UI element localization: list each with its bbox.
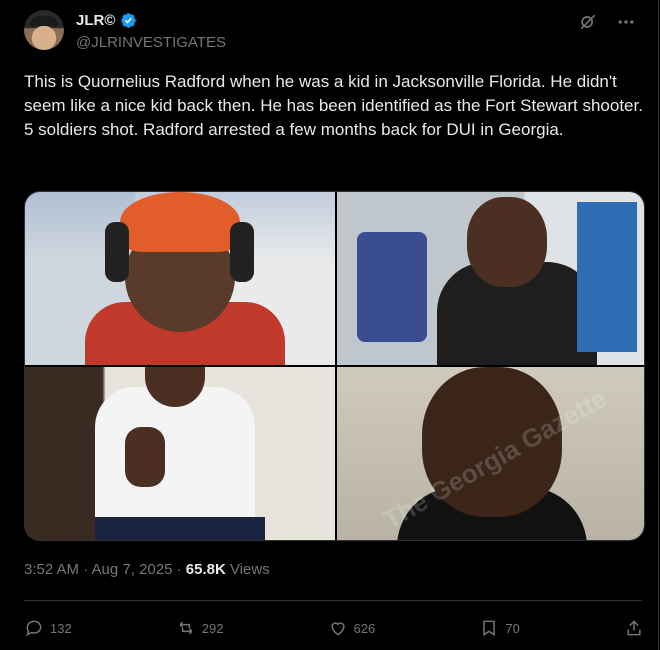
verified-badge-icon	[121, 13, 137, 28]
author-name[interactable]: JLR©	[76, 12, 115, 29]
photo-kid-classroom[interactable]	[337, 192, 644, 365]
photo-kid-white-shirt[interactable]	[25, 367, 335, 540]
grok-icon[interactable]	[578, 12, 598, 32]
bookmark-button[interactable]: 70	[479, 618, 520, 638]
repost-button[interactable]: 292	[176, 618, 224, 638]
action-bar: 132 292 626 70	[24, 612, 644, 644]
bookmark-count: 70	[505, 620, 520, 636]
author-name-row[interactable]: JLR©	[76, 12, 137, 29]
tweet-top-actions	[578, 12, 636, 32]
tweet-timestamp[interactable]: 3:52 AM · Aug 7, 2025 ·	[24, 561, 186, 578]
author-avatar[interactable]	[24, 10, 64, 50]
reply-icon	[25, 620, 42, 637]
share-icon	[627, 620, 641, 636]
repost-icon	[179, 621, 193, 635]
divider	[24, 600, 642, 601]
heart-icon	[331, 622, 345, 636]
like-button[interactable]: 626	[328, 618, 376, 638]
reply-button[interactable]: 132	[24, 618, 72, 638]
tweet-meta: 3:52 AM · Aug 7, 2025 · 65.8K Views	[24, 561, 270, 578]
media-grid: The Georgia Gazette	[24, 191, 645, 541]
like-count: 626	[353, 620, 376, 636]
author-handle[interactable]: @JLRINVESTIGATES	[76, 34, 226, 51]
photo-mugshot[interactable]: The Georgia Gazette	[337, 367, 644, 540]
views-count: 65.8K	[185, 561, 226, 578]
photo-kid-headphones[interactable]	[25, 192, 335, 365]
repost-count: 292	[201, 620, 224, 636]
reply-count: 132	[50, 620, 72, 636]
tweet-text: This is Quornelius Radford when he was a…	[24, 72, 643, 139]
views-label: Views	[225, 561, 270, 578]
tweet-card: JLR© @JLRINVESTIGATES This is Quornelius…	[0, 0, 659, 650]
more-options-icon[interactable]	[616, 12, 636, 32]
bookmark-icon	[483, 620, 496, 637]
share-button[interactable]	[624, 618, 644, 638]
